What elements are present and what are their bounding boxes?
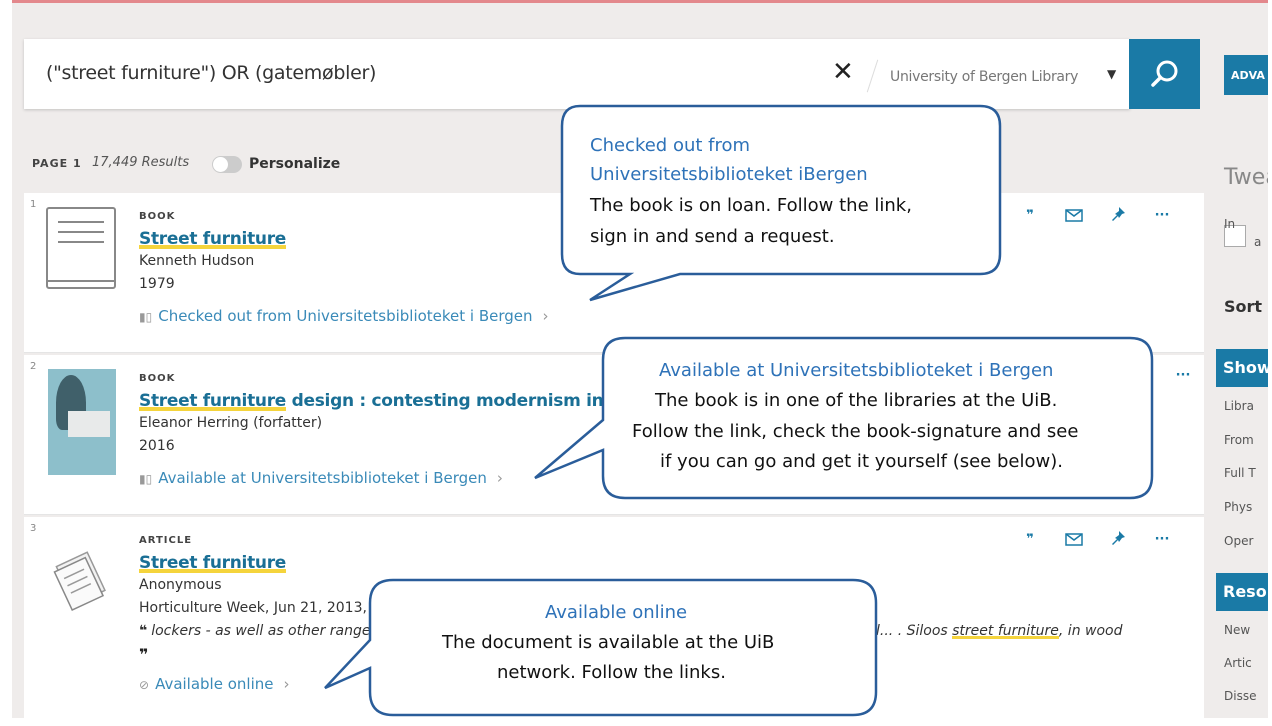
callout-1-title-2: Universitetsbiblioteket iBergen: [590, 164, 868, 185]
callout-2-title: Available at Universitetsbiblioteket i B…: [659, 360, 1054, 381]
callout-1-body: The book is on loan. Follow the link,: [590, 195, 912, 216]
callout-3-body: The document is available at the UiB: [442, 632, 775, 653]
callout-3-title: Available online: [545, 602, 688, 623]
callout-1-title: Checked out from: [590, 135, 751, 156]
callout-2-body: The book is in one of the libraries at t…: [655, 390, 1058, 411]
callout-1-body-2: sign in and send a request.: [590, 226, 835, 247]
callout-2-body-3: if you can go and get it yourself (see b…: [660, 451, 1063, 472]
callout-3-body-2: network. Follow the links.: [497, 662, 726, 683]
callout-2-body-2: Follow the link, check the book-signatur…: [632, 421, 1079, 442]
